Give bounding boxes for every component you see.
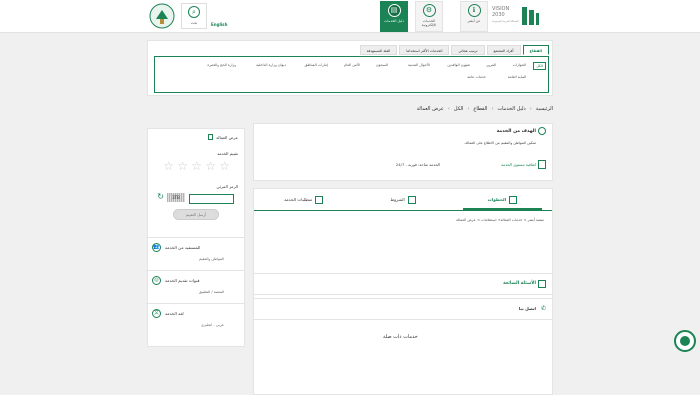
- category-public-security[interactable]: الأمن العام: [344, 63, 360, 67]
- category-prisons[interactable]: السجون: [376, 63, 388, 67]
- top-bar: ℹ عن أبشر ⚙ الخدمات الإلكترونية ▤ دليل ا…: [0, 0, 700, 33]
- vision-label: VISION 2030: [492, 6, 510, 18]
- star-icon[interactable]: ☆: [205, 160, 216, 172]
- star-rating: ☆ ☆ ☆ ☆ ☆: [163, 160, 230, 172]
- captcha-image: 3TB: [167, 193, 185, 202]
- channels-section: قنوات تقديم الخدمة ◎ المنصة / التطبيق: [146, 270, 244, 299]
- services-icon: ⚙: [422, 4, 436, 17]
- sector-filter: القطاع أفراد المجتمع ترتيب هجائي الخدمات…: [147, 40, 553, 96]
- breadcrumb-separator: ›: [467, 106, 470, 112]
- tab-alphabetical[interactable]: ترتيب هجائي: [451, 45, 485, 55]
- tab-most-used[interactable]: الخدمات الأكثر استخداما: [399, 45, 450, 55]
- breadcrumb-home[interactable]: الرئيسية: [536, 106, 553, 112]
- category-civil-affairs[interactable]: الأحوال المدنية: [408, 63, 430, 67]
- star-icon[interactable]: ☆: [191, 160, 202, 172]
- breadcrumb: الرئيسية › دليل الخدمات › القطاع › الكل …: [417, 106, 553, 112]
- info-icon: ℹ: [467, 4, 481, 17]
- chat-icon[interactable]: [674, 330, 696, 352]
- faq-section[interactable]: الأسئلة الشائعة: [253, 273, 553, 295]
- service-tabs: الخطوات الشروط متطلبات الخدمة: [254, 189, 552, 211]
- rating-sidebar: عرض العمالة تقييم الخدمة ☆ ☆ ☆ ☆ ☆ الرمز…: [146, 128, 245, 347]
- beneficiaries-section: المستفيد من الخدمة 👥 المواطن والمقيم: [146, 237, 244, 266]
- steps-text: منصة أبشر > خدمات العمالة> استعلامات > ع…: [456, 218, 544, 222]
- channel-icon: ◎: [152, 276, 161, 285]
- faq-title: الأسئلة الشائعة: [503, 281, 536, 286]
- requirements-icon: [315, 196, 324, 204]
- guide-icon: ▤: [387, 4, 401, 17]
- sla-link[interactable]: اتفاقية مستوى الخدمة: [501, 162, 536, 167]
- category-traffic[interactable]: المرور: [486, 63, 496, 67]
- target-icon: [538, 127, 546, 135]
- users-icon: 👥: [152, 243, 161, 252]
- tab-steps[interactable]: الخطوات: [453, 189, 552, 210]
- language-toggle[interactable]: English: [211, 22, 227, 27]
- language-icon: 文: [152, 309, 161, 318]
- brand-logo[interactable]: VISION 2030 المملكة العربية السعودية: [492, 4, 540, 28]
- breadcrumb-separator: ›: [447, 106, 450, 112]
- category-interior-ministry[interactable]: ديوان وزارة الداخلية: [256, 63, 286, 67]
- tab-sector[interactable]: القطاع: [522, 45, 549, 55]
- nav-guide[interactable]: ▤ دليل الخدمات: [380, 1, 408, 32]
- category-general[interactable]: خدمات عامة: [467, 75, 486, 79]
- contact-section[interactable]: ✆ اتصل بنا: [253, 298, 553, 320]
- nav-about[interactable]: ℹ عن أبشر: [460, 1, 488, 32]
- refresh-icon[interactable]: ↻: [156, 193, 164, 201]
- document-icon: [208, 134, 214, 140]
- sector-tabs: القطاع أفراد المجتمع ترتيب هجائي الخدمات…: [358, 45, 549, 55]
- submit-rating-button[interactable]: أرسل التقييم: [173, 209, 219, 220]
- availability-text: الخدمة متاحة: فورية - 24/7: [395, 162, 440, 167]
- breadcrumb-current: عرض العمالة: [416, 106, 444, 112]
- category-emirates[interactable]: إمارات المناطق: [305, 63, 329, 67]
- captcha-label: الرمز المرئي: [216, 184, 238, 189]
- nav-eservices[interactable]: ⚙ الخدمات الإلكترونية: [415, 1, 443, 32]
- captcha-input[interactable]: [189, 194, 234, 204]
- phone-icon: ✆: [540, 305, 546, 312]
- tab-requirements[interactable]: متطلبات الخدمة: [254, 189, 353, 210]
- search-button[interactable]: ⌕ بحث: [181, 3, 207, 29]
- breadcrumb-sector[interactable]: القطاع: [473, 106, 487, 112]
- category-expats[interactable]: شؤون الوافدين: [447, 63, 470, 67]
- breadcrumb-separator: ›: [529, 106, 532, 112]
- sla-icon: [538, 160, 546, 169]
- tab-target[interactable]: الفئة المستهدفة: [359, 45, 398, 55]
- category-prosecution[interactable]: النيابة العامة: [508, 75, 526, 79]
- service-goal-card: الهدف من الخدمة تمكين المواطن والمقيم من…: [253, 123, 553, 181]
- rate-label: تقييم الخدمة: [217, 151, 238, 156]
- ministry-emblem: [148, 2, 176, 30]
- faq-icon: [538, 280, 546, 288]
- related-services-title: خدمات ذات صلة: [383, 334, 418, 340]
- steps-icon: [509, 196, 518, 204]
- contact-title: اتصل بنا: [518, 306, 536, 311]
- breadcrumb-guide[interactable]: دليل الخدمات: [497, 106, 525, 112]
- goal-text: تمكين المواطن والمقيم من الاطلاع على الع…: [464, 141, 536, 145]
- conditions-icon: [407, 196, 416, 204]
- service-details: الهدف من الخدمة تمكين المواطن والمقيم من…: [253, 123, 553, 395]
- language-section: لغة الخدمة 文 عربي - انجليزي: [146, 303, 244, 332]
- star-icon[interactable]: ☆: [177, 160, 188, 172]
- star-icon[interactable]: ☆: [163, 160, 174, 172]
- vision-sub: المملكة العربية السعودية: [492, 20, 519, 23]
- category-hajj[interactable]: وزارة الحج والعمرة: [207, 63, 236, 67]
- search-icon: ⌕: [188, 6, 200, 18]
- category-list: الكل الجوازات المرور شؤون الوافدين الأحو…: [154, 56, 549, 93]
- breadcrumb-all[interactable]: الكل: [454, 106, 463, 112]
- breadcrumb-separator: ›: [491, 106, 494, 112]
- tab-community[interactable]: أفراد المجتمع: [486, 45, 521, 55]
- star-icon[interactable]: ☆: [219, 160, 230, 172]
- goal-title: الهدف من الخدمة: [496, 129, 536, 134]
- rating-service-title: عرض العمالة: [208, 134, 238, 140]
- category-all[interactable]: الكل: [533, 62, 546, 70]
- tab-conditions[interactable]: الشروط: [353, 189, 452, 210]
- category-passports[interactable]: الجوازات: [513, 63, 526, 67]
